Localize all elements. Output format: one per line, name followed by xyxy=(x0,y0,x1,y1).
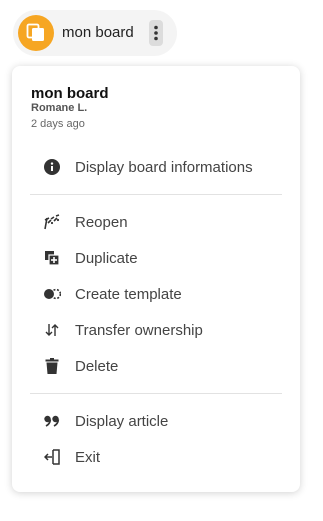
info-icon xyxy=(43,158,61,176)
menu-item-display-article[interactable]: Display article xyxy=(12,405,300,437)
board-name: mon board xyxy=(62,24,134,41)
menu-item-duplicate[interactable]: Duplicate xyxy=(12,242,300,274)
menu-title: mon board xyxy=(31,85,109,102)
kebab-icon xyxy=(154,25,158,41)
quote-icon xyxy=(43,412,61,430)
menu-item-transfer-ownership[interactable]: Transfer ownership xyxy=(12,314,300,346)
menu-author: Romane L. xyxy=(31,102,88,114)
menu-item-reopen[interactable]: Reopen xyxy=(12,206,300,238)
menu-date: 2 days ago xyxy=(31,118,85,130)
menu-item-label: Display board informations xyxy=(75,159,253,176)
exit-icon xyxy=(43,448,61,466)
menu-item-label: Exit xyxy=(75,449,101,466)
reopen-icon xyxy=(43,213,61,231)
menu-item-label: Duplicate xyxy=(75,250,138,267)
board-pill[interactable]: mon board xyxy=(13,10,177,56)
board-logo-icon xyxy=(18,15,54,51)
menu-item-label: Reopen xyxy=(75,214,128,231)
template-icon xyxy=(43,285,61,303)
duplicate-icon xyxy=(43,249,61,267)
menu-item-create-template[interactable]: Create template xyxy=(12,278,300,310)
menu-item-label: Delete xyxy=(75,358,119,375)
divider xyxy=(30,194,282,195)
divider xyxy=(30,393,282,394)
menu-item-display-board-informations[interactable]: Display board informations xyxy=(12,151,300,183)
menu-item-delete[interactable]: Delete xyxy=(12,350,300,382)
menu-item-label: Create template xyxy=(75,286,182,303)
board-context-menu: mon board Romane L. 2 days ago Display b… xyxy=(12,66,300,492)
more-options-button[interactable] xyxy=(149,20,163,46)
menu-item-label: Transfer ownership xyxy=(75,322,203,339)
menu-item-exit[interactable]: Exit xyxy=(12,441,300,473)
transfer-icon xyxy=(43,321,61,339)
menu-item-label: Display article xyxy=(75,413,169,430)
trash-icon xyxy=(43,357,61,375)
